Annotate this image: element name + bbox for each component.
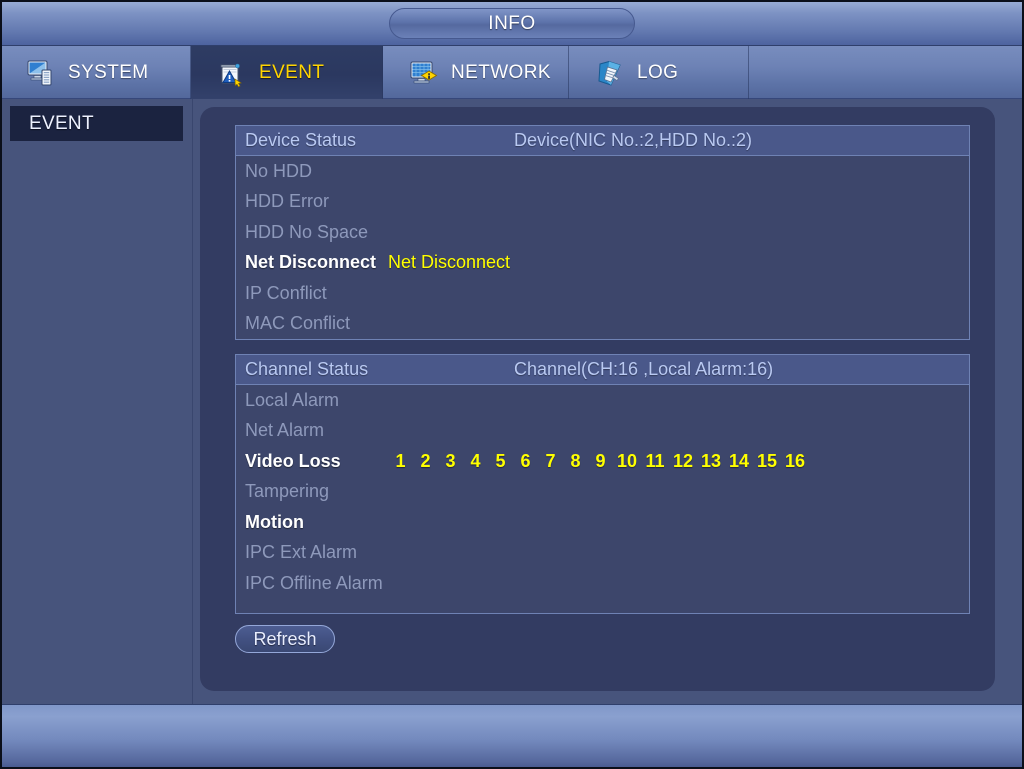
log-book-icon [595, 58, 625, 88]
row-label: IP Conflict [245, 282, 327, 303]
row-label: HDD Error [245, 191, 329, 212]
table-row[interactable]: Tampering [236, 477, 969, 508]
channel-list: 1 2 3 4 5 6 7 8 9 10 11 12 13 14 15 16 [388, 451, 809, 472]
tab-event[interactable]: EVENT [191, 46, 383, 99]
channel-number: 11 [645, 450, 665, 471]
channel-number: 14 [728, 450, 750, 471]
monitor-icon [26, 58, 56, 88]
tab-system-label: SYSTEM [68, 61, 149, 83]
row-label: Net Disconnect [245, 252, 377, 273]
channel-number: 12 [672, 450, 694, 471]
table-row[interactable]: Net Disconnect Net Disconnect [236, 248, 969, 279]
table-row[interactable]: HDD No Space [236, 217, 969, 248]
table-row[interactable]: No HDD [236, 156, 969, 187]
channel-number: 5 [495, 450, 506, 471]
refresh-button[interactable]: Refresh [235, 625, 335, 653]
main-tabbar: SYSTEM EVENT NETWORK LOG [0, 46, 1024, 99]
channel-status-header: Channel Status Channel(CH:16 ,Local Alar… [236, 355, 969, 385]
channel-number: 6 [520, 450, 531, 471]
row-label: Tampering [245, 481, 330, 502]
row-value: Net Disconnect [388, 252, 511, 273]
channel-number: 1 [395, 450, 406, 471]
table-row[interactable]: MAC Conflict [236, 309, 969, 340]
channel-number: 8 [570, 450, 581, 471]
tab-network[interactable]: NETWORK [383, 46, 569, 99]
channel-status-detail: Channel(CH:16 ,Local Alarm:16) [514, 359, 774, 379]
window-titlebar: INFO [0, 0, 1024, 46]
event-warning-icon [217, 58, 247, 88]
table-row[interactable]: IPC Offline Alarm [236, 568, 969, 599]
channel-number: 2 [420, 450, 431, 471]
channel-number: 13 [700, 450, 722, 471]
channel-number: 9 [595, 450, 606, 471]
tabbar-filler [749, 46, 1024, 99]
channel-number: 15 [756, 450, 778, 471]
sidebar-item-event[interactable]: EVENT [10, 106, 183, 141]
device-status-panel: Device Status Device(NIC No.:2,HDD No.:2… [235, 125, 970, 340]
tab-event-label: EVENT [259, 61, 325, 83]
device-status-header: Device Status Device(NIC No.:2,HDD No.:2… [236, 126, 969, 156]
info-window: INFO SYSTEM EVENT NETWORK LOG EVENT Devi… [0, 0, 1024, 769]
content-card: Device Status Device(NIC No.:2,HDD No.:2… [200, 107, 995, 691]
row-label: Motion [245, 511, 304, 532]
row-label: HDD No Space [245, 221, 369, 242]
row-label: Net Alarm [245, 420, 325, 441]
channel-number: 10 [616, 450, 638, 471]
table-row[interactable]: Net Alarm [236, 416, 969, 447]
device-status-title: Device Status [245, 130, 357, 150]
table-row[interactable]: Local Alarm [236, 385, 969, 416]
left-sidebar: EVENT [0, 99, 193, 704]
table-row[interactable]: IP Conflict [236, 278, 969, 309]
channel-number: 7 [545, 450, 556, 471]
row-label: IPC Ext Alarm [245, 542, 358, 563]
tab-log[interactable]: LOG [569, 46, 749, 99]
page-title: INFO [389, 8, 635, 39]
bottom-strip [0, 704, 1024, 769]
channel-number: 16 [784, 450, 806, 471]
row-label: MAC Conflict [245, 313, 351, 334]
sidebar-item-label: EVENT [29, 112, 94, 134]
device-status-rows: No HDD HDD Error HDD No Space Net Discon… [236, 156, 969, 339]
table-row[interactable]: HDD Error [236, 187, 969, 218]
row-label: IPC Offline Alarm [245, 572, 383, 593]
row-label: Local Alarm [245, 389, 340, 410]
tab-log-label: LOG [637, 61, 679, 83]
tab-system[interactable]: SYSTEM [0, 46, 191, 99]
network-icon [409, 58, 439, 88]
channel-number: 4 [470, 450, 481, 471]
tab-network-label: NETWORK [451, 61, 551, 83]
table-row[interactable]: Motion [236, 507, 969, 538]
table-row[interactable]: Video Loss 1 2 3 4 5 6 7 8 9 10 11 12 13 14 15 16 [236, 446, 969, 477]
channel-status-rows: Local Alarm Net Alarm Video Loss 1234567… [236, 385, 969, 599]
device-status-detail: Device(NIC No.:2,HDD No.:2) [514, 130, 753, 150]
table-row[interactable]: IPC Ext Alarm [236, 538, 969, 569]
row-label: No HDD [245, 160, 313, 181]
channel-status-title: Channel Status [245, 359, 369, 379]
channel-number: 3 [445, 450, 456, 471]
channel-status-panel: Channel Status Channel(CH:16 ,Local Alar… [235, 354, 970, 614]
row-label: Video Loss [245, 450, 341, 471]
